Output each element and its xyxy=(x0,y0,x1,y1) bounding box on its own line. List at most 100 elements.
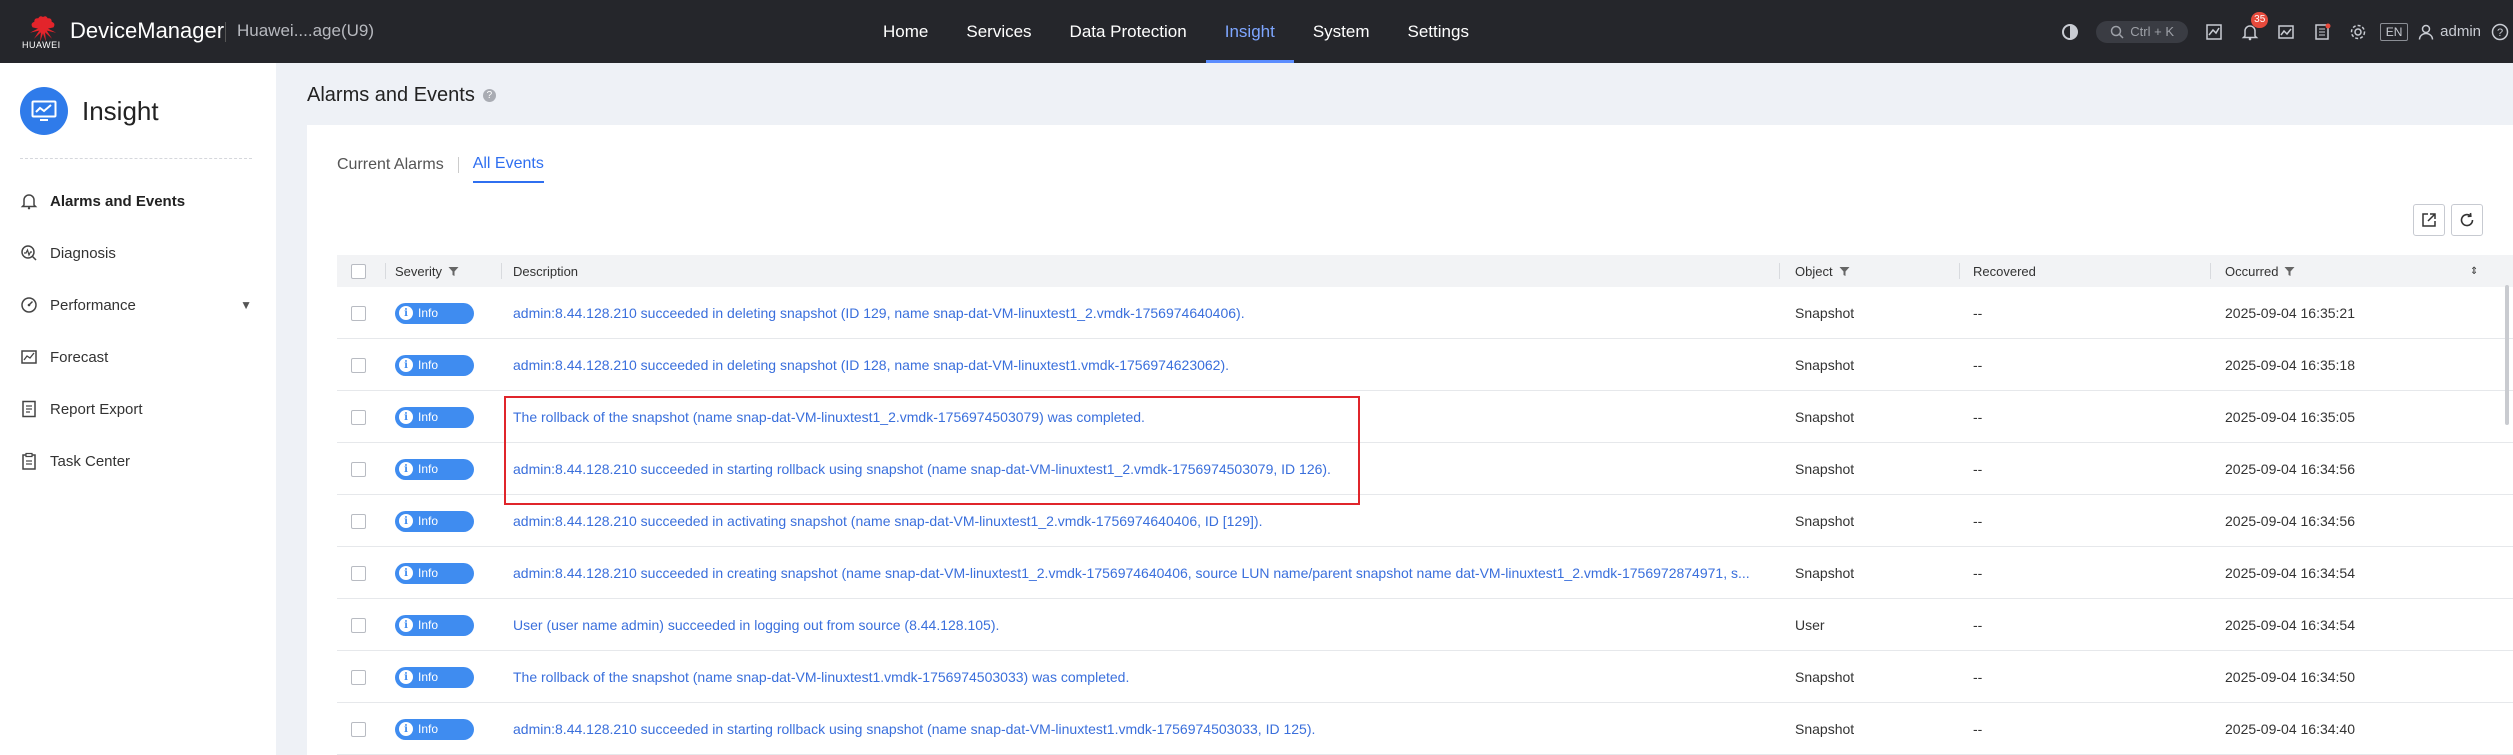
severity-badge: i Info xyxy=(395,406,474,428)
row-select-cell xyxy=(351,651,366,703)
table-row[interactable]: i Info admin:8.44.128.210 succeeded in c… xyxy=(337,547,2513,599)
description-link[interactable]: admin:8.44.128.210 succeeded in starting… xyxy=(513,443,1769,495)
row-select-cell xyxy=(351,703,366,755)
description-link[interactable]: admin:8.44.128.210 succeeded in starting… xyxy=(513,703,1769,755)
user-menu[interactable]: admin xyxy=(2412,0,2487,63)
row-checkbox[interactable] xyxy=(351,669,366,685)
sidebar-item-forecast[interactable]: Forecast xyxy=(20,337,252,377)
column-label: Recovered xyxy=(1973,263,2036,279)
table-scrollbar[interactable] xyxy=(2505,285,2509,425)
row-select-cell xyxy=(351,287,366,339)
search-icon xyxy=(2111,25,2124,39)
table-row[interactable]: i Info admin:8.44.128.210 succeeded in a… xyxy=(337,495,2513,547)
column-severity[interactable]: Severity xyxy=(395,255,459,287)
tab-all-events[interactable]: All Events xyxy=(472,155,544,183)
export-button[interactable] xyxy=(2413,204,2445,236)
row-checkbox[interactable] xyxy=(351,513,366,529)
table-row[interactable]: i Info admin:8.44.128.210 succeeded in s… xyxy=(337,703,2513,755)
help-icon[interactable]: ? xyxy=(2487,0,2513,63)
table-row[interactable]: i Info User (user name admin) succeeded … xyxy=(337,599,2513,651)
row-checkbox[interactable] xyxy=(351,357,366,373)
sidebar-item-task-center[interactable]: Task Center xyxy=(20,441,252,481)
table-row[interactable]: i Info admin:8.44.128.210 succeeded in d… xyxy=(337,287,2513,339)
description-link[interactable]: The rollback of the snapshot (name snap-… xyxy=(513,651,1769,703)
row-checkbox[interactable] xyxy=(351,305,366,321)
info-icon: i xyxy=(399,722,413,736)
filter-icon[interactable] xyxy=(1839,266,1850,277)
description-link[interactable]: admin:8.44.128.210 succeeded in deleting… xyxy=(513,339,1769,391)
description-link[interactable]: User (user name admin) succeeded in logg… xyxy=(513,599,1769,651)
description-link[interactable]: admin:8.44.128.210 succeeded in activati… xyxy=(513,495,1769,547)
info-icon: i xyxy=(399,462,413,476)
severity-label: Info xyxy=(418,566,439,580)
row-checkbox[interactable] xyxy=(351,409,366,425)
chevron-down-icon[interactable]: ▼ xyxy=(240,298,252,312)
severity-cell: i Info xyxy=(395,599,474,651)
nav-services[interactable]: Services xyxy=(947,0,1050,63)
severity-label: Info xyxy=(418,358,439,372)
description-link[interactable]: The rollback of the snapshot (name snap-… xyxy=(513,391,1769,443)
row-checkbox[interactable] xyxy=(351,461,366,477)
nav-home[interactable]: Home xyxy=(864,0,947,63)
row-checkbox[interactable] xyxy=(351,721,366,737)
gear-icon[interactable] xyxy=(2340,0,2376,63)
select-all-checkbox[interactable] xyxy=(351,263,366,279)
column-recovered[interactable]: Recovered xyxy=(1973,255,2036,287)
description-link[interactable]: admin:8.44.128.210 succeeded in deleting… xyxy=(513,287,1769,339)
table-row[interactable]: i Info The rollback of the snapshot (nam… xyxy=(337,651,2513,703)
severity-cell: i Info xyxy=(395,443,474,495)
column-label: Description xyxy=(513,263,579,279)
app-name: DeviceManager xyxy=(70,18,225,43)
occurred-cell: 2025-09-04 16:34:54 xyxy=(2225,565,2355,581)
severity-badge: i Info xyxy=(395,458,474,480)
info-icon: i xyxy=(399,358,413,372)
task-list-icon[interactable] xyxy=(2304,0,2340,63)
row-select-cell xyxy=(351,391,366,443)
refresh-button[interactable] xyxy=(2451,204,2483,236)
language-switch[interactable]: EN xyxy=(2376,0,2412,63)
occurred-cell: 2025-09-04 16:35:05 xyxy=(2225,409,2355,425)
row-select-cell xyxy=(351,547,366,599)
table-row[interactable]: i Info The rollback of the snapshot (nam… xyxy=(337,391,2513,443)
column-label: Severity xyxy=(395,263,442,279)
sidebar-item-alarms-and-events[interactable]: Alarms and Events xyxy=(20,181,252,221)
sidebar-item-report-export[interactable]: Report Export xyxy=(20,389,252,429)
nav-insight[interactable]: Insight xyxy=(1205,0,1294,63)
column-settings-icon[interactable]: ⇕ xyxy=(2470,255,2478,287)
severity-label: Info xyxy=(418,462,439,476)
row-checkbox[interactable] xyxy=(351,565,366,581)
dashboard-icon[interactable] xyxy=(2196,0,2232,63)
nav-system[interactable]: System xyxy=(1294,0,1389,63)
tab-current-alarms[interactable]: Current Alarms xyxy=(337,156,444,182)
header-tools: Ctrl + K 35 EN admin ? xyxy=(2052,0,2513,63)
description-link[interactable]: admin:8.44.128.210 succeeded in creating… xyxy=(513,547,1769,599)
column-object[interactable]: Object xyxy=(1795,255,1850,287)
sidebar-item-performance[interactable]: Performance ▼ xyxy=(20,285,252,325)
device-name[interactable]: Huawei....age(U9) xyxy=(237,21,374,41)
object-cell: Snapshot xyxy=(1795,565,1855,581)
sidebar-item-diagnosis[interactable]: Diagnosis xyxy=(20,233,252,273)
performance-monitor-icon[interactable] xyxy=(2268,0,2304,63)
column-description[interactable]: Description xyxy=(513,255,578,287)
alarm-bell-icon[interactable]: 35 xyxy=(2232,0,2269,63)
alarm-count-badge: 35 xyxy=(2251,12,2269,28)
table-row[interactable]: i Info admin:8.44.128.210 succeeded in d… xyxy=(337,339,2513,391)
global-search-button[interactable]: Ctrl + K xyxy=(2096,20,2189,43)
filter-icon[interactable] xyxy=(2284,266,2295,277)
nav-settings[interactable]: Settings xyxy=(1389,0,1488,63)
row-checkbox[interactable] xyxy=(351,617,366,633)
gauge-icon xyxy=(21,297,37,313)
filter-icon[interactable] xyxy=(448,266,459,277)
severity-badge: i Info xyxy=(395,302,474,324)
object-cell: User xyxy=(1795,617,1825,633)
search-shortcut-label: Ctrl + K xyxy=(2130,24,2174,39)
occurred-cell: 2025-09-04 16:34:56 xyxy=(2225,513,2355,529)
object-cell: Snapshot xyxy=(1795,669,1855,685)
column-occurred[interactable]: Occurred xyxy=(2225,255,2295,287)
theme-toggle-icon[interactable] xyxy=(2052,0,2088,63)
table-row[interactable]: i Info admin:8.44.128.210 succeeded in s… xyxy=(337,443,2513,495)
alarm-tabs: Current Alarms All Events xyxy=(337,155,544,183)
help-circle-icon[interactable]: ? xyxy=(482,89,496,102)
nav-data-protection[interactable]: Data Protection xyxy=(1051,0,1206,63)
info-icon: i xyxy=(399,670,413,684)
